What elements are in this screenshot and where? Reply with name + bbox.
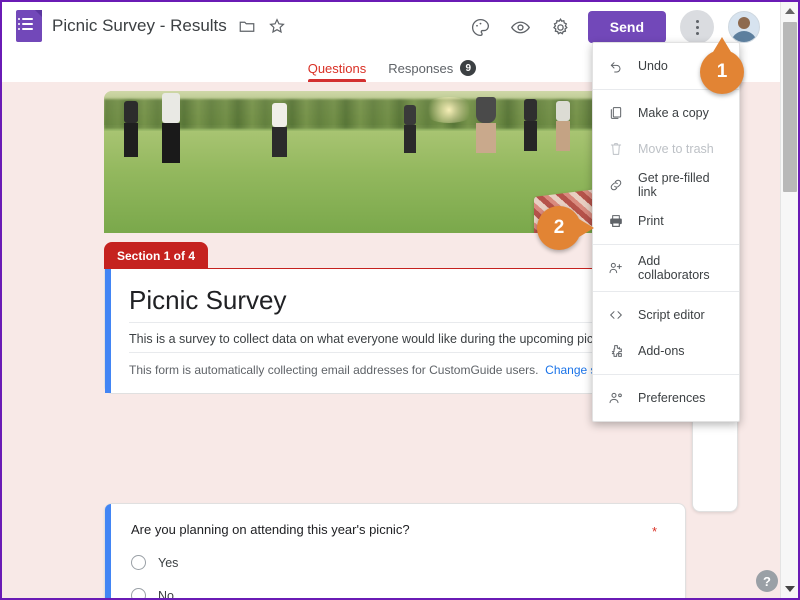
avatar[interactable] — [728, 11, 760, 43]
folder-icon[interactable] — [237, 16, 257, 36]
scroll-up-arrow[interactable] — [781, 2, 798, 20]
document-title[interactable]: Picnic Survey - Results — [52, 16, 227, 36]
scroll-down-arrow[interactable] — [781, 580, 798, 598]
menu-item-get-pre-filled-link-label: Get pre-filled link — [638, 171, 710, 199]
callout-badge-2: 2 — [537, 206, 594, 250]
callout-badge-1: 1 — [700, 37, 744, 94]
google-forms-icon — [16, 10, 42, 42]
help-button[interactable]: ? — [756, 570, 778, 592]
forms-app-window: Picnic Survey - Results Send Questions R… — [0, 0, 800, 600]
trash-icon — [607, 140, 625, 158]
menu-item-print-label: Print — [638, 214, 664, 228]
scrollbar-thumb[interactable] — [783, 22, 797, 192]
document-title-row: Picnic Survey - Results — [16, 10, 287, 42]
eye-icon[interactable] — [508, 14, 534, 40]
menu-item-preferences-label: Preferences — [638, 391, 706, 405]
menu-item-move-to-trash-label: Move to trash — [638, 142, 714, 156]
responses-count-badge: 9 — [460, 60, 477, 76]
vertical-scrollbar[interactable] — [780, 2, 798, 598]
copy-icon — [607, 104, 625, 122]
email-collection-note: This form is automatically collecting em… — [129, 353, 663, 377]
required-marker: * — [651, 524, 657, 539]
more-options-button[interactable] — [680, 10, 714, 44]
menu-item-move-to-trash: Move to trash — [593, 131, 739, 167]
menu-item-make-a-copy[interactable]: Make a copy — [593, 95, 739, 131]
menu-item-add-collaborators-label: Add collaborators — [638, 254, 710, 282]
add-person-icon — [607, 259, 625, 277]
radio-button[interactable] — [131, 588, 146, 598]
option-label: No — [158, 588, 174, 600]
callout-badge-2-number: 2 — [553, 217, 565, 238]
option-row[interactable]: No — [131, 588, 663, 600]
menu-item-add-collaborators[interactable]: Add collaborators — [593, 250, 739, 286]
menu-item-script-editor[interactable]: Script editor — [593, 297, 739, 333]
page-title[interactable]: Picnic Survey — [129, 285, 663, 323]
question-card[interactable]: Are you planning on attending this year'… — [104, 503, 686, 600]
menu-divider — [593, 291, 739, 292]
form-description[interactable]: This is a survey to collect data on what… — [129, 323, 663, 353]
radio-button[interactable] — [131, 555, 146, 570]
menu-divider — [593, 374, 739, 375]
star-icon[interactable] — [267, 16, 287, 36]
menu-item-print[interactable]: Print — [593, 203, 739, 239]
tab-responses[interactable]: Responses 9 — [388, 60, 477, 82]
menu-item-script-editor-label: Script editor — [638, 308, 705, 322]
tab-responses-label: Responses — [388, 60, 454, 76]
palette-icon[interactable] — [468, 14, 494, 40]
tab-questions-label: Questions — [307, 61, 367, 76]
puzzle-piece-icon — [607, 342, 625, 360]
person-gear-icon — [607, 389, 625, 407]
section-label: Section 1 of 4 — [104, 242, 209, 269]
option-label: Yes — [158, 555, 179, 570]
printer-icon — [607, 212, 625, 230]
gear-icon[interactable] — [548, 14, 574, 40]
option-row[interactable]: Yes — [131, 555, 663, 570]
menu-item-add-ons[interactable]: Add-ons — [593, 333, 739, 369]
more-options-menu: Undo Make a copy Move to trash Get pre-f… — [592, 42, 740, 422]
question-toolbar[interactable] — [692, 412, 738, 512]
link-icon — [607, 176, 625, 194]
menu-item-make-a-copy-label: Make a copy — [638, 106, 709, 120]
menu-item-undo-label: Undo — [638, 59, 668, 73]
undo-icon — [607, 57, 625, 75]
question-text[interactable]: Are you planning on attending this year'… — [131, 522, 663, 537]
tab-questions[interactable]: Questions — [307, 61, 367, 82]
menu-divider — [593, 244, 739, 245]
email-collection-note-text: This form is automatically collecting em… — [129, 363, 539, 377]
code-brackets-icon — [607, 306, 625, 324]
menu-item-preferences[interactable]: Preferences — [593, 380, 739, 416]
menu-item-add-ons-label: Add-ons — [638, 344, 685, 358]
send-button[interactable]: Send — [587, 11, 666, 43]
callout-badge-1-number: 1 — [716, 61, 728, 82]
menu-item-get-pre-filled-link[interactable]: Get pre-filled link — [593, 167, 739, 203]
